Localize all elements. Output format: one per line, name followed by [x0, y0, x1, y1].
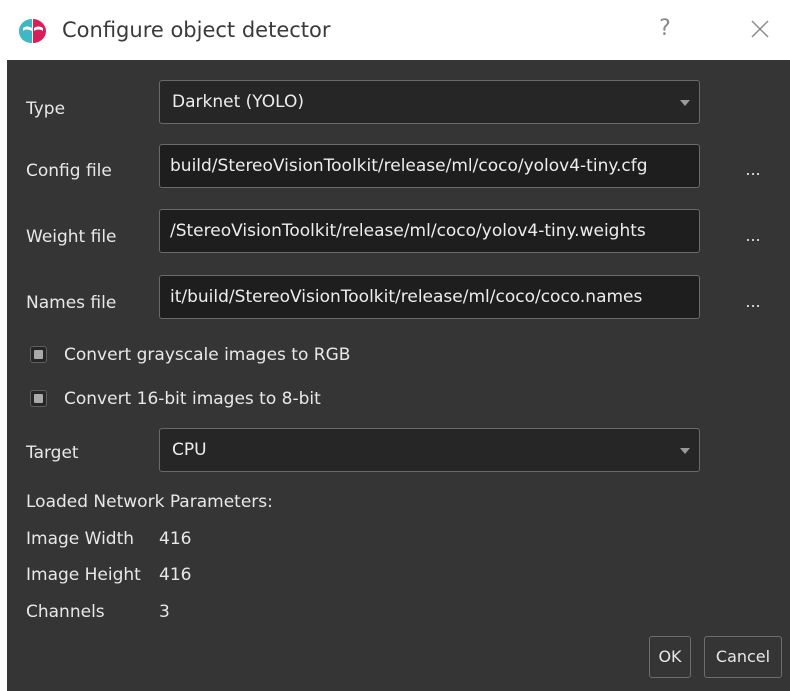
weight-file-value: /StereoVisionToolkit/release/ml/coco/yol…: [170, 221, 646, 241]
dialog-body: Type Darknet (YOLO) Config file build/St…: [7, 60, 790, 691]
names-file-label: Names file: [26, 293, 117, 313]
close-button[interactable]: [745, 14, 775, 44]
type-label: Type: [26, 99, 66, 119]
ok-button[interactable]: OK: [649, 636, 691, 678]
names-file-value: it/build/StereoVisionToolkit/release/ml/…: [170, 287, 643, 307]
help-button[interactable]: ?: [654, 14, 676, 44]
target-label: Target: [26, 443, 79, 463]
network-params-heading: Loaded Network Parameters:: [26, 492, 273, 512]
image-height-value: 416: [159, 565, 192, 585]
configure-object-detector-dialog: Configure object detector ? Type Darknet…: [0, 0, 790, 691]
target-select[interactable]: CPU: [159, 428, 700, 472]
target-select-value: CPU: [172, 440, 207, 460]
weight-file-label: Weight file: [26, 227, 117, 247]
convert-grayscale-label[interactable]: Convert grayscale images to RGB: [64, 343, 350, 367]
chevron-down-icon: [680, 448, 690, 454]
type-select-value: Darknet (YOLO): [172, 92, 304, 112]
channels-label: Channels: [26, 602, 105, 622]
convert-16bit-checkbox[interactable]: [30, 390, 47, 407]
app-logo-icon: [19, 19, 46, 43]
close-icon: [751, 20, 769, 38]
config-file-input[interactable]: build/StereoVisionToolkit/release/ml/coc…: [159, 144, 700, 188]
window-title: Configure object detector: [62, 18, 331, 42]
weight-file-browse-button[interactable]: ...: [738, 226, 768, 245]
convert-grayscale-checkbox[interactable]: [30, 346, 47, 363]
config-file-label: Config file: [26, 161, 112, 181]
image-width-label: Image Width: [26, 529, 135, 549]
channels-value: 3: [159, 602, 170, 622]
image-width-value: 416: [159, 529, 192, 549]
config-file-value: build/StereoVisionToolkit/release/ml/coc…: [170, 156, 648, 176]
convert-16bit-label[interactable]: Convert 16-bit images to 8-bit: [64, 387, 321, 411]
type-select[interactable]: Darknet (YOLO): [159, 80, 700, 124]
title-bar: Configure object detector ?: [0, 0, 790, 60]
names-file-input[interactable]: it/build/StereoVisionToolkit/release/ml/…: [159, 275, 700, 319]
image-height-label: Image Height: [26, 565, 141, 585]
chevron-down-icon: [680, 100, 690, 106]
config-file-browse-button[interactable]: ...: [738, 160, 768, 179]
cancel-button[interactable]: Cancel: [704, 636, 782, 678]
weight-file-input[interactable]: /StereoVisionToolkit/release/ml/coco/yol…: [159, 209, 700, 253]
names-file-browse-button[interactable]: ...: [738, 292, 768, 311]
